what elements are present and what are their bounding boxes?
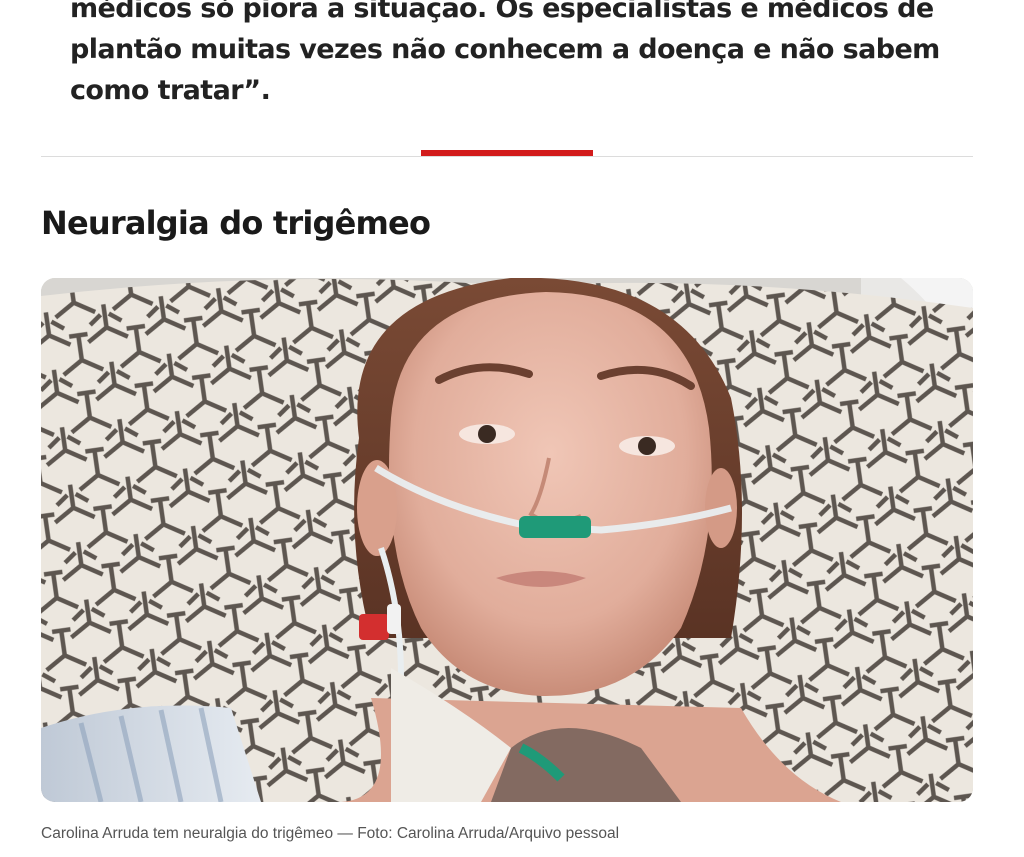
photo-caption: Carolina Arruda tem neuralgia do trigême…: [41, 825, 620, 842]
section-title: Neuralgia do trigêmeo: [41, 204, 431, 242]
quote-line: médicos só piora a situação. Os especial…: [70, 0, 934, 24]
article-photo[interactable]: [41, 278, 973, 802]
photo-image: [41, 278, 973, 802]
quote-line: plantão muitas vezes não conhecem a doen…: [70, 34, 940, 65]
section-divider-accent: [421, 150, 593, 156]
article-quote: médicos só piora a situação. Os especial…: [70, 0, 950, 111]
section-divider: [41, 156, 973, 157]
quote-line: como tratar”.: [70, 75, 271, 106]
